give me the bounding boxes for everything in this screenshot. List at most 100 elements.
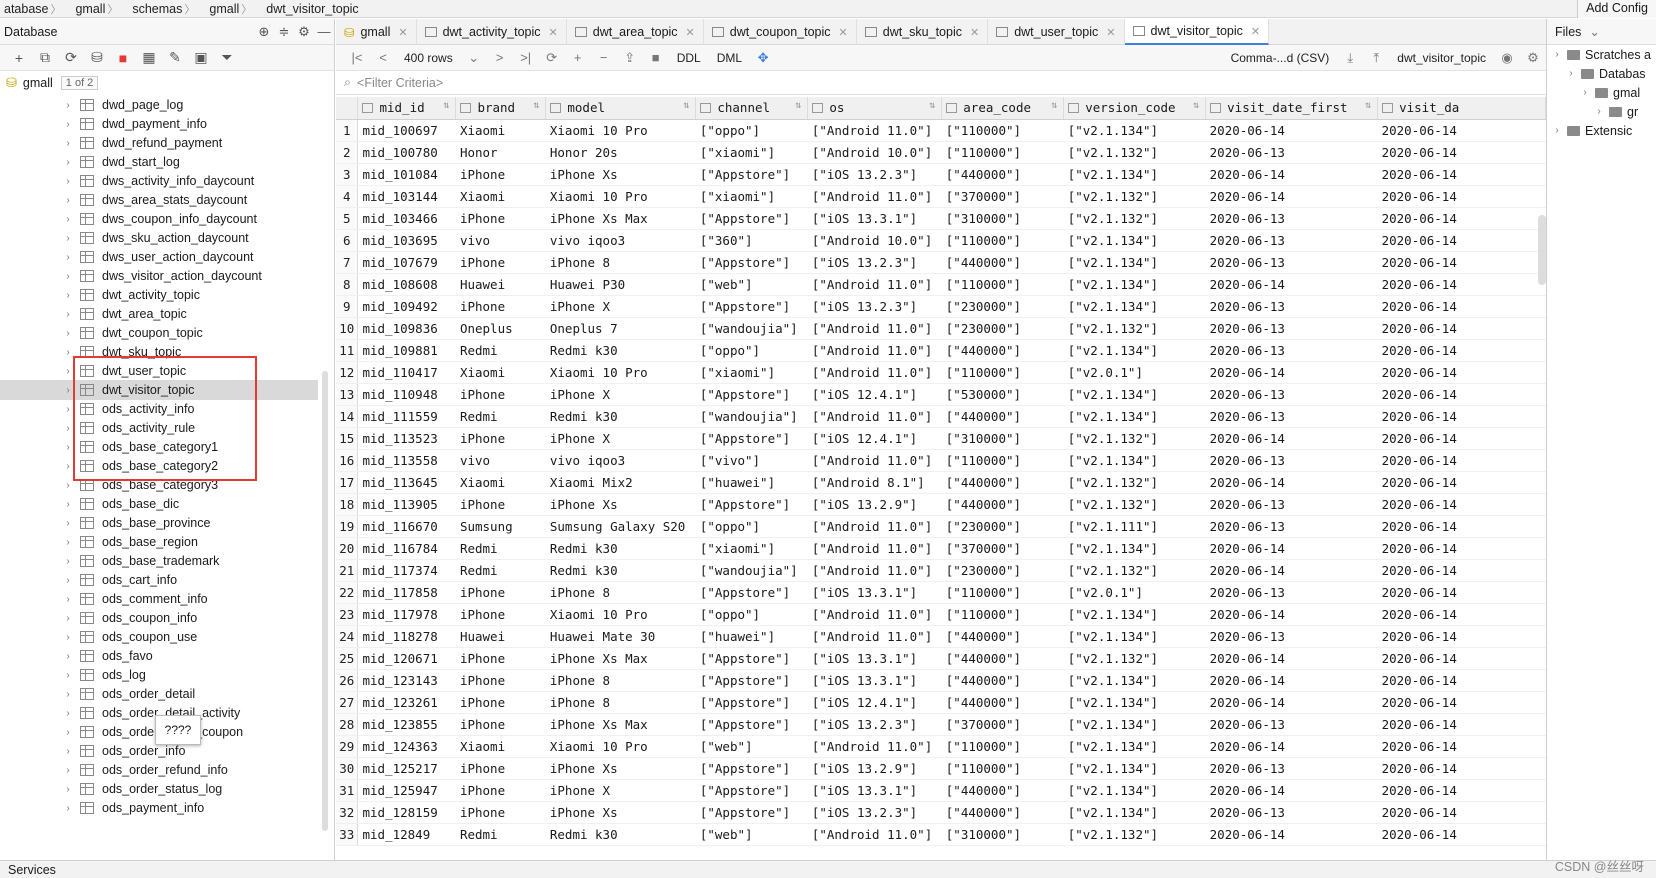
chevron-right-icon[interactable]: › [62,670,74,681]
upload-icon[interactable]: ⤒ [1363,50,1389,66]
table-cell[interactable]: iPhone Xs Max [545,647,696,670]
table-cell[interactable]: ["v2.1.132"] [1063,823,1206,846]
table-cell[interactable]: mid_110948 [357,383,456,406]
table-cell[interactable]: mid_118278 [357,625,456,648]
table-row[interactable]: 26 mid_123143 iPhone iPhone 8 ["Appstore"] ["… [336,669,1546,692]
chevron-right-icon[interactable]: › [62,195,74,206]
table-cell[interactable]: Xiaomi 10 Pro [545,361,696,384]
table-cell[interactable]: ["Appstore"] [695,691,808,714]
table-cell[interactable]: ["v2.1.134"] [1063,625,1206,648]
table-cell[interactable]: ["Appstore"] [695,779,808,802]
table-cell[interactable]: Huawei [455,273,546,296]
table-cell[interactable]: Oneplus [455,317,546,340]
table-cell[interactable]: ["310000"] [941,823,1064,846]
table-cell[interactable]: 2020-06-13 [1205,713,1378,736]
table-cell[interactable]: ["v2.1.111"] [1063,515,1206,538]
table-cell[interactable]: ["iOS 13.2.3"] [807,251,942,274]
last-page-icon[interactable]: >| [513,50,539,65]
table-cell[interactable]: ["xiaomi"] [695,537,808,560]
gear-icon[interactable]: ⚙ [294,24,314,40]
table-cell[interactable]: ["110000"] [941,757,1064,780]
tree-root[interactable]: ⛁ gmall 1 of 2 [0,73,99,93]
reload-icon[interactable]: ⟳ [539,50,565,66]
file-tree-item[interactable]: › gr [1547,102,1656,121]
table-cell[interactable]: ["oppo"] [695,119,808,142]
table-cell[interactable]: ["Android 8.1"] [807,471,942,494]
chevron-right-icon[interactable]: › [62,252,74,263]
table-cell[interactable]: ["wandoujia"] [695,405,808,428]
commit-icon[interactable]: ⇪ [617,50,643,66]
table-cell[interactable]: ["Appstore"] [695,295,808,318]
table-cell[interactable]: ["440000"] [941,405,1064,428]
table-cell[interactable]: 2020-06-13 [1205,317,1378,340]
table-cell[interactable]: ["v2.1.134"] [1063,405,1206,428]
table-cell[interactable]: ["Android 11.0"] [807,603,942,626]
table-cell[interactable]: ["360"] [695,229,808,252]
file-tree-item[interactable]: › Scratches a [1547,45,1656,64]
table-cell[interactable]: ["Android 10.0"] [807,141,942,164]
table-cell[interactable]: ["440000"] [941,647,1064,670]
table-cell[interactable]: ["v2.1.134"] [1063,757,1206,780]
table-cell[interactable]: mid_123855 [357,713,456,736]
pin-icon[interactable]: ✥ [750,50,776,66]
table-cell[interactable]: ["v2.1.134"] [1063,339,1206,362]
table-cell[interactable]: mid_117858 [357,581,456,604]
table-cell[interactable]: ["v2.1.132"] [1063,471,1206,494]
table-cell[interactable]: iPhone [455,163,546,186]
table-row[interactable]: 25 mid_120671 iPhone iPhone Xs Max ["Appstor… [336,647,1546,670]
table-cell[interactable]: ["oppo"] [695,603,808,626]
table-cell[interactable]: mid_111559 [357,405,456,428]
chevron-icon[interactable]: › [1579,87,1591,98]
tab[interactable]: dwt_activity_topic ✕ [417,19,567,45]
tree-item[interactable]: › dwt_area_topic [0,304,318,324]
table-cell[interactable]: 2020-06-14 [1377,449,1546,472]
table-row[interactable]: 18 mid_113905 iPhone iPhone Xs ["Appstore"][… [336,493,1546,516]
column-header[interactable]: mid_id ⇅ [357,97,457,120]
table-cell[interactable]: Xiaomi Mix2 [545,471,696,494]
chevron-right-icon[interactable]: › [62,119,74,130]
tree-item[interactable]: › ods_favo [0,646,318,666]
table-cell[interactable]: ["v2.1.134"] [1063,735,1206,758]
chevron-right-icon[interactable]: › [62,214,74,225]
table-cell[interactable]: mid_100697 [357,119,456,142]
tree-item[interactable]: › ods_order_refund_info [0,760,318,780]
table-cell[interactable]: ["xiaomi"] [695,361,808,384]
table-cell[interactable]: ["v2.1.134"] [1063,449,1206,472]
table-cell[interactable]: ["440000"] [941,691,1064,714]
table-cell[interactable]: ["Android 11.0"] [807,405,942,428]
table-cell[interactable]: ["v2.1.132"] [1063,141,1206,164]
table-row[interactable]: 14 mid_111559 Redmi Redmi k30 ["wandoujia"][… [336,405,1546,428]
table-cell[interactable]: iPhone [455,779,546,802]
table-icon[interactable]: ▦ [136,49,162,66]
table-row[interactable]: 9 mid_109492 iPhone iPhone X ["Appstore"] ["i… [336,295,1546,318]
minimize-icon[interactable]: — [314,24,334,39]
column-header[interactable]: brand ⇅ [455,97,547,120]
tab[interactable]: dwt_user_topic ✕ [988,19,1125,45]
table-cell[interactable]: ["110000"] [941,449,1064,472]
table-cell[interactable]: ["iOS 13.3.1"] [807,669,942,692]
tree-item[interactable]: › ods_order_status_log [0,779,318,799]
table-cell[interactable]: iPhone Xs Max [545,207,696,230]
tree-item[interactable]: › ods_coupon_use [0,627,318,647]
table-cell[interactable]: 2020-06-13 [1205,493,1378,516]
table-cell[interactable]: ["370000"] [941,537,1064,560]
table-cell[interactable]: 2020-06-14 [1377,119,1546,142]
table-cell[interactable]: ["huawei"] [695,471,808,494]
tab[interactable]: dwt_area_topic ✕ [567,19,704,45]
table-cell[interactable]: 2020-06-14 [1377,735,1546,758]
table-cell[interactable]: iPhone X [545,295,696,318]
table-row[interactable]: 32 mid_128159 iPhone iPhone Xs ["Appstore"][… [336,801,1546,824]
table-cell[interactable]: ["Appstore"] [695,757,808,780]
table-cell[interactable]: ["Appstore"] [695,801,808,824]
table-cell[interactable]: mid_110417 [357,361,456,384]
chevron-right-icon[interactable]: › [62,309,74,320]
table-cell[interactable]: ["440000"] [941,471,1064,494]
table-cell[interactable]: mid_128159 [357,801,456,824]
filter-input[interactable]: ⌕ <Filter Criteria> [336,71,1546,95]
tree-item[interactable]: › ods_order_detail [0,684,318,704]
table-cell[interactable]: Honor [455,141,546,164]
column-header[interactable]: area_code ⇅ [941,97,1065,120]
table-cell[interactable]: ["v2.1.134"] [1063,669,1206,692]
table-cell[interactable]: iPhone [455,647,546,670]
column-header[interactable]: version_code ⇅ [1063,97,1207,120]
